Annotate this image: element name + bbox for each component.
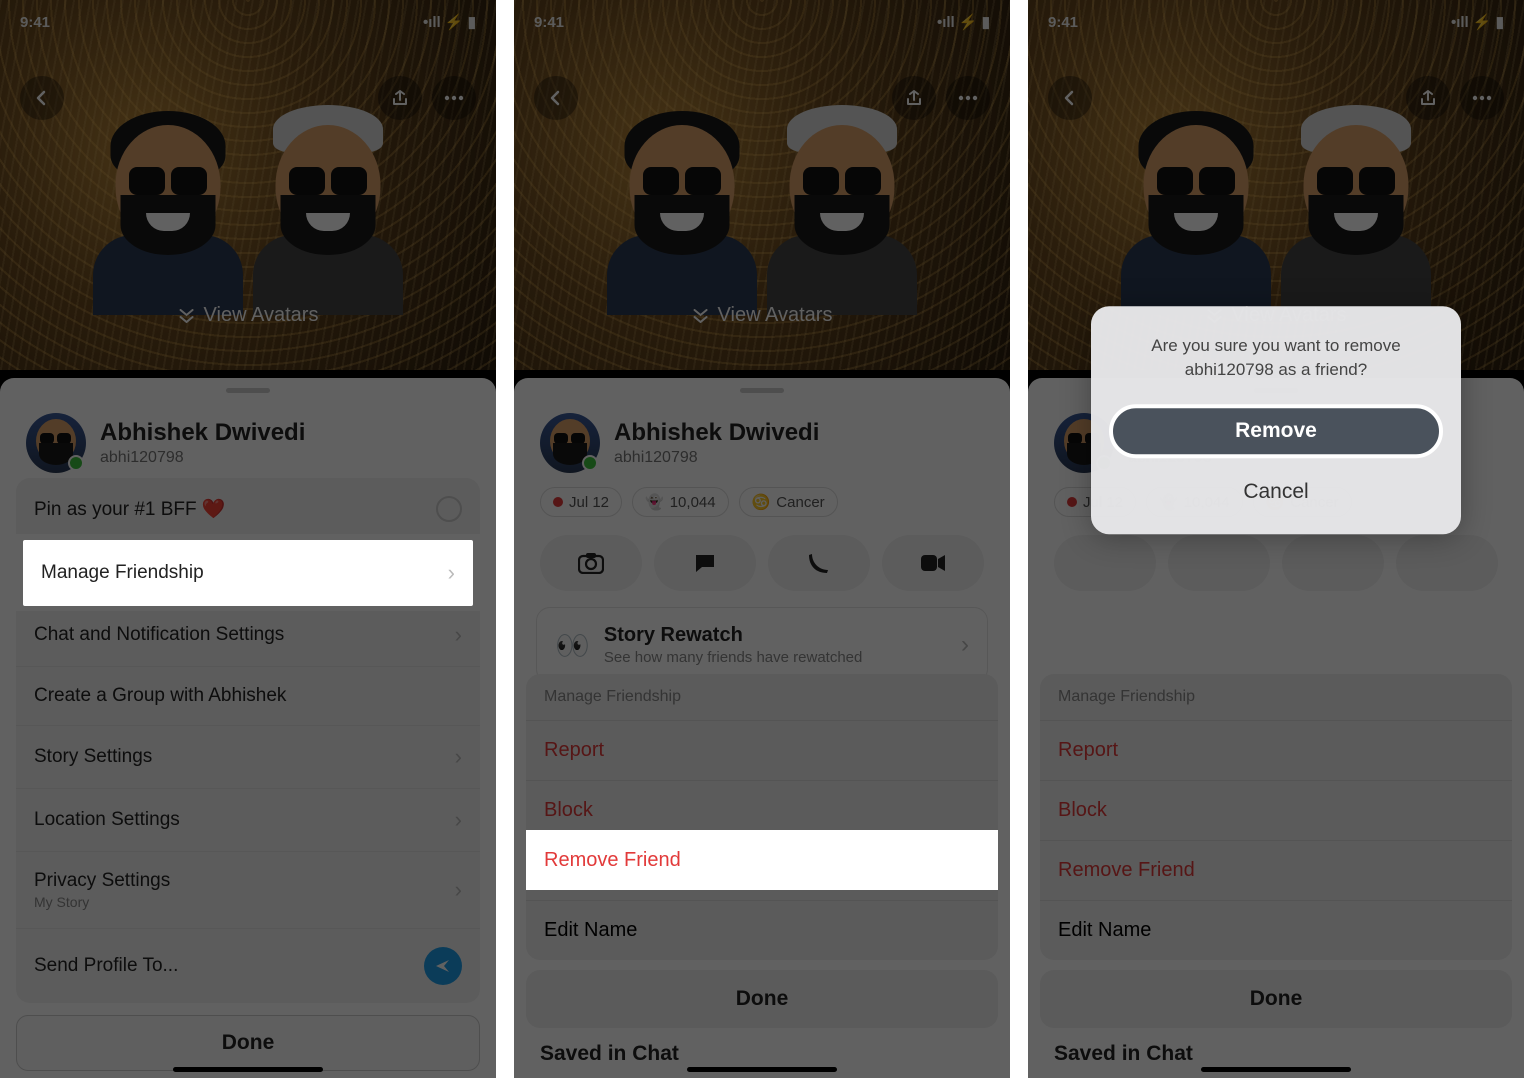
done-button[interactable]: Done — [1040, 970, 1512, 1028]
screenshot-2: 9:41 •ıll ⚡ ▮ View Avatars Abhishek Dwiv… — [514, 0, 1010, 1078]
edit-name-button[interactable]: Edit Name — [1040, 901, 1512, 960]
chevron-right-icon: › — [455, 877, 462, 903]
top-actions — [514, 76, 1010, 120]
sheet-grabber[interactable] — [226, 388, 270, 393]
profile-username: abhi120798 — [614, 449, 819, 467]
send-profile-row[interactable]: Send Profile To... — [16, 929, 480, 1003]
view-avatars-button[interactable]: View Avatars — [178, 304, 319, 327]
done-button[interactable]: Done — [526, 970, 998, 1028]
toggle-off-icon[interactable] — [436, 496, 462, 522]
balloon-icon — [1067, 497, 1077, 507]
avatar[interactable] — [26, 413, 86, 473]
manage-friendship-sheet: Manage Friendship Report Block Remove Fr… — [1028, 674, 1524, 1078]
chevron-right-icon: › — [455, 622, 462, 648]
saved-in-chat-heading: Saved in Chat — [1040, 1028, 1512, 1070]
status-time: 9:41 — [20, 14, 50, 31]
friendship-avatars — [1106, 95, 1446, 335]
block-button[interactable]: Block — [1040, 781, 1512, 841]
sheet-grabber[interactable] — [740, 388, 784, 393]
share-button[interactable] — [1406, 76, 1450, 120]
report-button[interactable]: Report — [526, 721, 998, 781]
back-button[interactable] — [1048, 76, 1092, 120]
chevron-right-icon: › — [961, 631, 969, 659]
edit-name-button[interactable]: Edit Name — [526, 901, 998, 960]
chat-button[interactable] — [654, 535, 756, 591]
quick-actions — [1028, 535, 1524, 607]
chat-button[interactable] — [1168, 535, 1270, 591]
privacy-settings-row[interactable]: Privacy Settings My Story › — [16, 852, 480, 929]
pin-bff-row[interactable]: Pin as your #1 BFF ❤️ — [16, 478, 480, 541]
send-icon[interactable] — [424, 947, 462, 985]
story-settings-row[interactable]: Story Settings › — [16, 726, 480, 789]
status-bar: 9:41 •ıll ⚡ ▮ — [0, 0, 496, 44]
view-avatars-button[interactable]: View Avatars — [692, 304, 833, 327]
share-button[interactable] — [892, 76, 936, 120]
zodiac-icon: ♋ — [752, 493, 771, 511]
status-time: 9:41 — [1048, 14, 1078, 31]
remove-friend-button[interactable]: Remove Friend — [1040, 841, 1512, 901]
more-button[interactable] — [432, 76, 476, 120]
confirm-remove-button[interactable]: Remove — [1109, 404, 1443, 458]
profile-name: Abhishek Dwivedi — [100, 419, 305, 447]
phone-icon — [808, 552, 830, 574]
video-button[interactable] — [1396, 535, 1498, 591]
call-button[interactable] — [768, 535, 870, 591]
chevron-right-icon: › — [448, 560, 455, 586]
video-button[interactable] — [882, 535, 984, 591]
avatar[interactable] — [540, 413, 600, 473]
friendship-avatars — [78, 95, 418, 335]
sheet-title: Manage Friendship — [1040, 674, 1512, 721]
story-rewatch-card[interactable]: 👀 Story Rewatch See how many friends hav… — [536, 607, 988, 683]
done-button[interactable]: Done — [16, 1015, 480, 1071]
zodiac-chip[interactable]: ♋Cancer — [739, 487, 838, 517]
report-button[interactable]: Report — [1040, 721, 1512, 781]
back-button[interactable] — [534, 76, 578, 120]
manage-friendship-highlighted[interactable]: Manage Friendship › — [23, 540, 473, 606]
status-bar: 9:41 •ıll ⚡ ▮ — [1028, 0, 1524, 44]
home-indicator[interactable] — [173, 1067, 323, 1072]
call-button[interactable] — [1282, 535, 1384, 591]
profile-username: abhi120798 — [100, 449, 305, 467]
screenshot-1: 9:41 •ıll ⚡ ▮ View Avatars Abhishek Dwiv… — [0, 0, 496, 1078]
status-bar: 9:41 •ıll ⚡ ▮ — [514, 0, 1010, 44]
status-icons: •ıll ⚡ ▮ — [937, 13, 990, 31]
top-actions — [1028, 76, 1524, 120]
birthday-chip[interactable]: Jul 12 — [540, 487, 622, 517]
saved-in-chat-heading: Saved in Chat — [526, 1028, 998, 1070]
quick-actions — [514, 535, 1010, 607]
chevron-down-double-icon — [178, 309, 196, 323]
profile-chips: Jul 12 👻10,044 ♋Cancer — [514, 479, 1010, 535]
create-group-row[interactable]: Create a Group with Abhishek — [16, 667, 480, 726]
friendship-avatars — [592, 95, 932, 335]
alert-message: Are you sure you want to remove abhi1207… — [1109, 334, 1443, 382]
status-icons: •ıll ⚡ ▮ — [1451, 13, 1504, 31]
video-icon — [920, 554, 946, 572]
sheet-title: Manage Friendship — [526, 674, 998, 721]
chat-notification-settings-row[interactable]: Chat and Notification Settings › — [16, 604, 480, 667]
score-chip[interactable]: 👻10,044 — [632, 487, 729, 517]
more-button[interactable] — [1460, 76, 1504, 120]
cancel-button[interactable]: Cancel — [1109, 472, 1443, 512]
status-icons: •ıll ⚡ ▮ — [423, 13, 476, 31]
snap-button[interactable] — [1054, 535, 1156, 591]
eyes-icon: 👀 — [555, 629, 590, 662]
back-button[interactable] — [20, 76, 64, 120]
screenshot-3: 9:41 •ıll ⚡ ▮ View Avatars Abhishek Dwiv… — [1028, 0, 1524, 1078]
profile-name: Abhishek Dwivedi — [614, 419, 819, 447]
chevron-down-double-icon — [692, 309, 710, 323]
top-actions — [0, 76, 496, 120]
remove-friend-highlighted[interactable]: Remove Friend — [526, 830, 998, 890]
chevron-right-icon: › — [455, 744, 462, 770]
more-button[interactable] — [946, 76, 990, 120]
snap-button[interactable] — [540, 535, 642, 591]
status-time: 9:41 — [534, 14, 564, 31]
confirm-remove-alert: Are you sure you want to remove abhi1207… — [1091, 306, 1461, 534]
share-button[interactable] — [378, 76, 422, 120]
ghost-icon: 👻 — [645, 493, 664, 511]
camera-icon — [578, 552, 604, 574]
balloon-icon — [553, 497, 563, 507]
chat-icon — [693, 552, 717, 574]
location-settings-row[interactable]: Location Settings › — [16, 789, 480, 852]
chevron-right-icon: › — [455, 807, 462, 833]
